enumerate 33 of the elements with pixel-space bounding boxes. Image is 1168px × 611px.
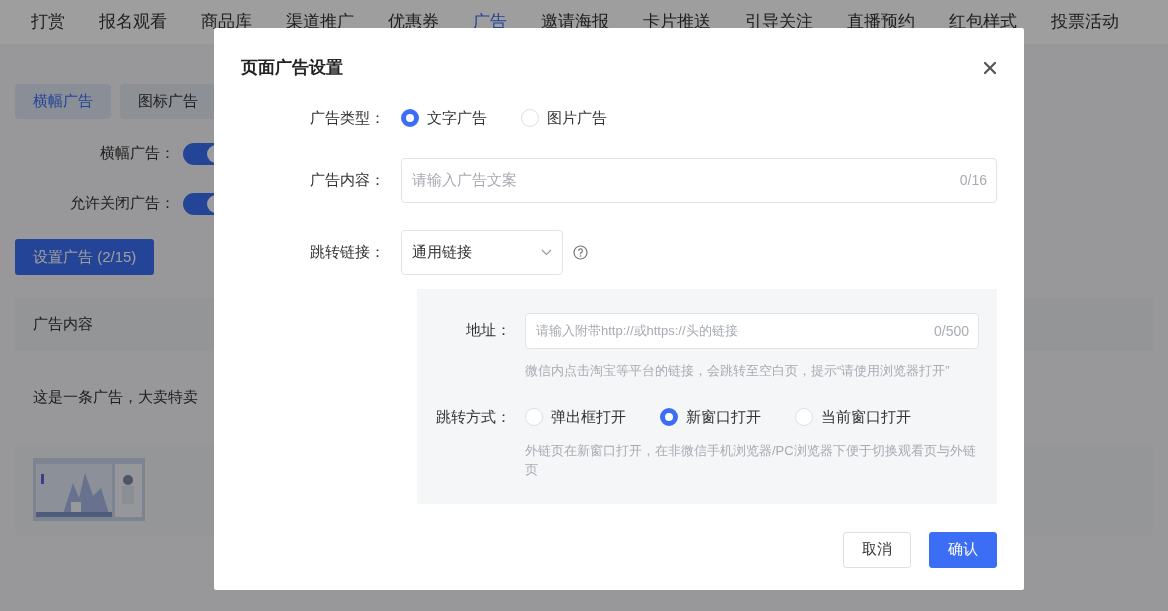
nav-tab[interactable]: 渠道推广: [269, 9, 371, 35]
radio-option[interactable]: 新窗口打开: [660, 406, 761, 429]
nav-tab[interactable]: 打赏: [14, 9, 82, 35]
switch-label: 允许关闭广告：: [69, 193, 175, 214]
nav-tab[interactable]: 报名观看: [82, 9, 184, 35]
table-cell-text: 这是一条广告，大卖特卖: [33, 386, 198, 407]
hint-text: 外链页在新窗口打开，在非微信手机浏览器/PC浏览器下便于切换观看页与外链页: [525, 441, 977, 479]
field-label: 广告类型：: [309, 108, 386, 128]
switch-label: 横幅广告：: [99, 143, 175, 164]
nav-tab[interactable]: 卡片推送: [626, 9, 728, 35]
help-icon[interactable]: [573, 244, 588, 260]
field-label: 广告内容：: [309, 169, 386, 190]
radio-option[interactable]: 弹出框打开: [525, 406, 626, 429]
cancel-button[interactable]: 取消: [843, 531, 911, 568]
nav-tab[interactable]: 广告: [456, 9, 524, 35]
hint-text: 微信内点击淘宝等平台的链接，会跳转至空白页，提示“请使用浏览器打开”: [525, 361, 951, 380]
field-label: 地址：: [465, 320, 512, 341]
link-type-select[interactable]: 通用链接: [401, 229, 563, 275]
dialog-title: 页面广告设置: [241, 57, 343, 80]
radio-option[interactable]: 文字广告: [401, 107, 487, 130]
radio-option[interactable]: 当前窗口打开: [795, 406, 911, 429]
column-header: 广告内容: [33, 314, 93, 335]
set-ad-button[interactable]: 设置广告 (2/15): [15, 238, 155, 275]
field-label: 跳转方式：: [435, 407, 512, 427]
field-label: 跳转链接：: [309, 241, 386, 262]
char-counter: 0/16: [959, 170, 987, 190]
nav-tab[interactable]: 投票活动: [1034, 9, 1136, 35]
ad-type-tab[interactable]: 图标广告: [120, 84, 216, 119]
char-counter: 0/500: [933, 321, 969, 340]
close-icon[interactable]: [983, 61, 997, 75]
caret-icon: [541, 248, 552, 256]
confirm-button[interactable]: 确认: [929, 531, 997, 568]
radio-option[interactable]: 图片广告: [521, 107, 607, 130]
